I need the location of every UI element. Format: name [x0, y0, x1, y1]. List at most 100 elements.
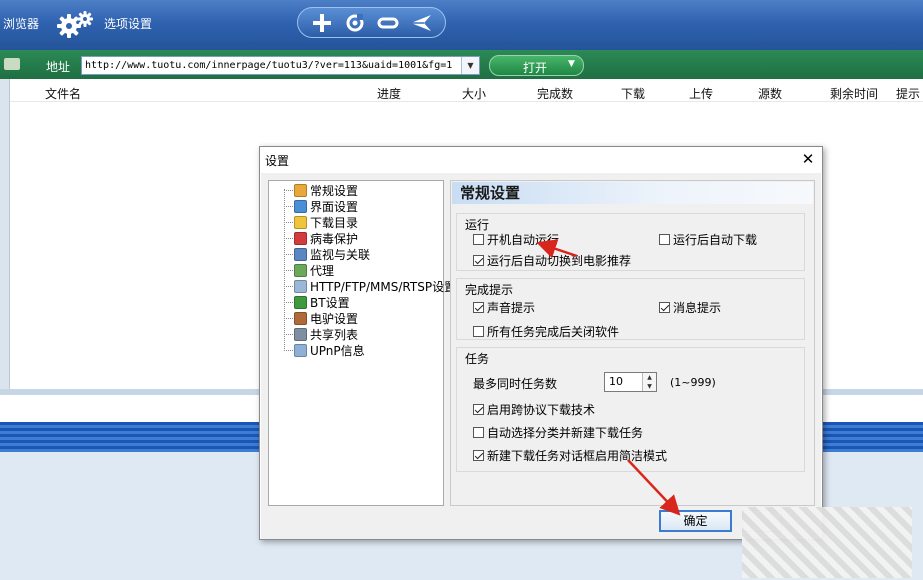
plus-icon[interactable] — [310, 11, 334, 35]
column-header: 文件名 进度 大小 完成数 下载 上传 源数 剩余时间 提示 — [10, 80, 923, 102]
tree-item-virus[interactable]: 病毒保护 — [284, 230, 358, 246]
minus-icon[interactable] — [376, 11, 400, 35]
col-hint[interactable]: 提示 — [896, 85, 920, 102]
autodownload-checkbox[interactable]: 运行后自动下载 — [659, 231, 757, 248]
tree-item-label: 监视与关联 — [310, 247, 371, 262]
group-run: 运行 开机自动运行 运行后自动下载 运行后自动切换到电影推荐 — [456, 213, 805, 271]
ok-button[interactable]: 确定 — [659, 510, 732, 532]
send-icon[interactable] — [409, 11, 433, 35]
tree-item-upnp[interactable]: UPnP信息 — [284, 342, 365, 358]
tree-item-label: BT设置 — [310, 295, 350, 310]
browser-button[interactable]: 浏览器 — [3, 15, 39, 32]
gear-icon[interactable] — [56, 9, 96, 39]
folder-icon[interactable] — [4, 58, 20, 70]
checkbox-box — [659, 302, 670, 313]
url-input[interactable]: http://www.tuotu.com/innerpage/tuotu3/?v… — [81, 56, 480, 75]
open-button[interactable]: 打开 ▼ — [489, 55, 584, 76]
tree-item-label: 电驴设置 — [310, 311, 359, 326]
sound-checkbox[interactable]: 声音提示 — [473, 299, 535, 316]
checkbox-box — [473, 302, 484, 313]
tree-item-label: 病毒保护 — [310, 231, 359, 246]
watermark-blur — [742, 507, 912, 578]
left-panel-edge — [0, 79, 10, 389]
max-tasks-stepper[interactable]: 10 ▲ ▼ — [604, 372, 657, 392]
spin-down-icon[interactable]: ▼ — [642, 382, 656, 391]
settings-tree: 常规设置 界面设置 下载目录 病毒保护 监视与关联 代理 HTTP/FTP/MM… — [268, 180, 456, 506]
bt-icon — [294, 295, 307, 309]
tree-item-share-list[interactable]: 共享列表 — [284, 326, 358, 342]
options-settings-button[interactable]: 选项设置 — [104, 15, 152, 32]
tree-item-label: 界面设置 — [310, 199, 359, 214]
toolbar-action-group — [297, 7, 446, 38]
col-remaining-time[interactable]: 剩余时间 — [830, 85, 878, 102]
message-checkbox[interactable]: 消息提示 — [659, 299, 721, 316]
tree-item-emule[interactable]: 电驴设置 — [284, 310, 358, 326]
checkbox-box — [473, 234, 484, 245]
checkbox-label: 运行后自动切换到电影推荐 — [487, 254, 632, 268]
tree-item-label: 代理 — [310, 263, 335, 278]
checkbox-label: 新建下载任务对话框启用简洁模式 — [487, 449, 668, 463]
simple-mode-checkbox[interactable]: 新建下载任务对话框启用简洁模式 — [473, 447, 667, 464]
panel-title: 常规设置 — [452, 182, 813, 204]
max-tasks-range: (1~999) — [670, 376, 716, 389]
address-label: 地址 — [46, 60, 71, 74]
tree-item-bt[interactable]: BT设置 — [284, 294, 350, 310]
monitor-icon — [294, 247, 307, 261]
tree-item-monitor[interactable]: 监视与关联 — [284, 246, 370, 262]
main-toolbar: 浏览器 选项设置 — [0, 0, 923, 50]
proxy-icon — [294, 263, 307, 277]
share-list-icon — [294, 327, 307, 341]
tree-item-interface[interactable]: 界面设置 — [284, 198, 358, 214]
refresh-icon[interactable] — [343, 11, 367, 35]
group-complete: 完成提示 声音提示 消息提示 所有任务完成后关闭软件 — [456, 278, 805, 340]
tree-item-proxy[interactable]: 代理 — [284, 262, 334, 278]
checkbox-label: 启用跨协议下载技术 — [487, 403, 596, 417]
checkbox-label: 开机自动运行 — [487, 233, 560, 247]
max-tasks-label: 最多同时任务数 — [473, 377, 558, 391]
tree-item-label: 下载目录 — [310, 215, 359, 230]
general-settings-icon — [294, 183, 307, 197]
col-progress[interactable]: 进度 — [377, 85, 401, 102]
chevron-down-icon[interactable]: ▼ — [568, 59, 575, 69]
group-title: 任务 — [465, 352, 490, 366]
autostart-checkbox[interactable]: 开机自动运行 — [473, 231, 559, 248]
tree-item-protocol[interactable]: HTTP/FTP/MMS/RTSP设置 — [284, 278, 456, 294]
download-folder-icon — [294, 215, 307, 229]
virus-shield-icon — [294, 231, 307, 245]
close-after-checkbox[interactable]: 所有任务完成后关闭软件 — [473, 323, 619, 340]
checkbox-label: 运行后自动下载 — [673, 233, 758, 247]
checkbox-box — [659, 234, 670, 245]
checkbox-box — [473, 404, 484, 415]
tree-item-label: UPnP信息 — [310, 343, 365, 358]
col-size[interactable]: 大小 — [462, 85, 486, 102]
protocol-icon — [294, 279, 307, 293]
tree-item-general[interactable]: 常规设置 — [284, 182, 358, 198]
dialog-body: 常规设置 界面设置 下载目录 病毒保护 监视与关联 代理 HTTP/FTP/MM… — [261, 173, 821, 539]
max-tasks-value[interactable]: 10 — [609, 375, 623, 388]
col-upload[interactable]: 上传 — [689, 85, 713, 102]
open-button-label: 打开 — [523, 61, 548, 75]
group-tasks: 任务 最多同时任务数 10 ▲ ▼ (1~999) 启用跨协议下载技术 自动选择… — [456, 347, 805, 472]
upnp-icon — [294, 343, 307, 357]
checkbox-label: 所有任务完成后关闭软件 — [487, 325, 620, 339]
group-title: 完成提示 — [465, 283, 514, 297]
checkbox-label: 消息提示 — [673, 301, 722, 315]
url-dropdown-icon[interactable]: ▼ — [461, 57, 479, 74]
auto-category-checkbox[interactable]: 自动选择分类并新建下载任务 — [473, 424, 643, 441]
tree-item-label: HTTP/FTP/MMS/RTSP设置 — [310, 279, 457, 294]
col-download[interactable]: 下载 — [621, 85, 645, 102]
col-sources[interactable]: 源数 — [758, 85, 782, 102]
close-icon[interactable]: ✕ — [800, 151, 816, 167]
cross-protocol-checkbox[interactable]: 启用跨协议下载技术 — [473, 401, 595, 418]
tree-item-label: 共享列表 — [310, 327, 359, 342]
spin-up-icon[interactable]: ▲ — [642, 373, 656, 382]
checkbox-label: 自动选择分类并新建下载任务 — [487, 426, 644, 440]
tree-item-label: 常规设置 — [310, 183, 359, 198]
checkbox-box — [473, 450, 484, 461]
tree-item-download-dir[interactable]: 下载目录 — [284, 214, 358, 230]
switch-movie-checkbox[interactable]: 运行后自动切换到电影推荐 — [473, 252, 631, 269]
col-filename[interactable]: 文件名 — [45, 85, 81, 102]
col-completed[interactable]: 完成数 — [537, 85, 573, 102]
checkbox-box — [473, 326, 484, 337]
checkbox-box — [473, 427, 484, 438]
